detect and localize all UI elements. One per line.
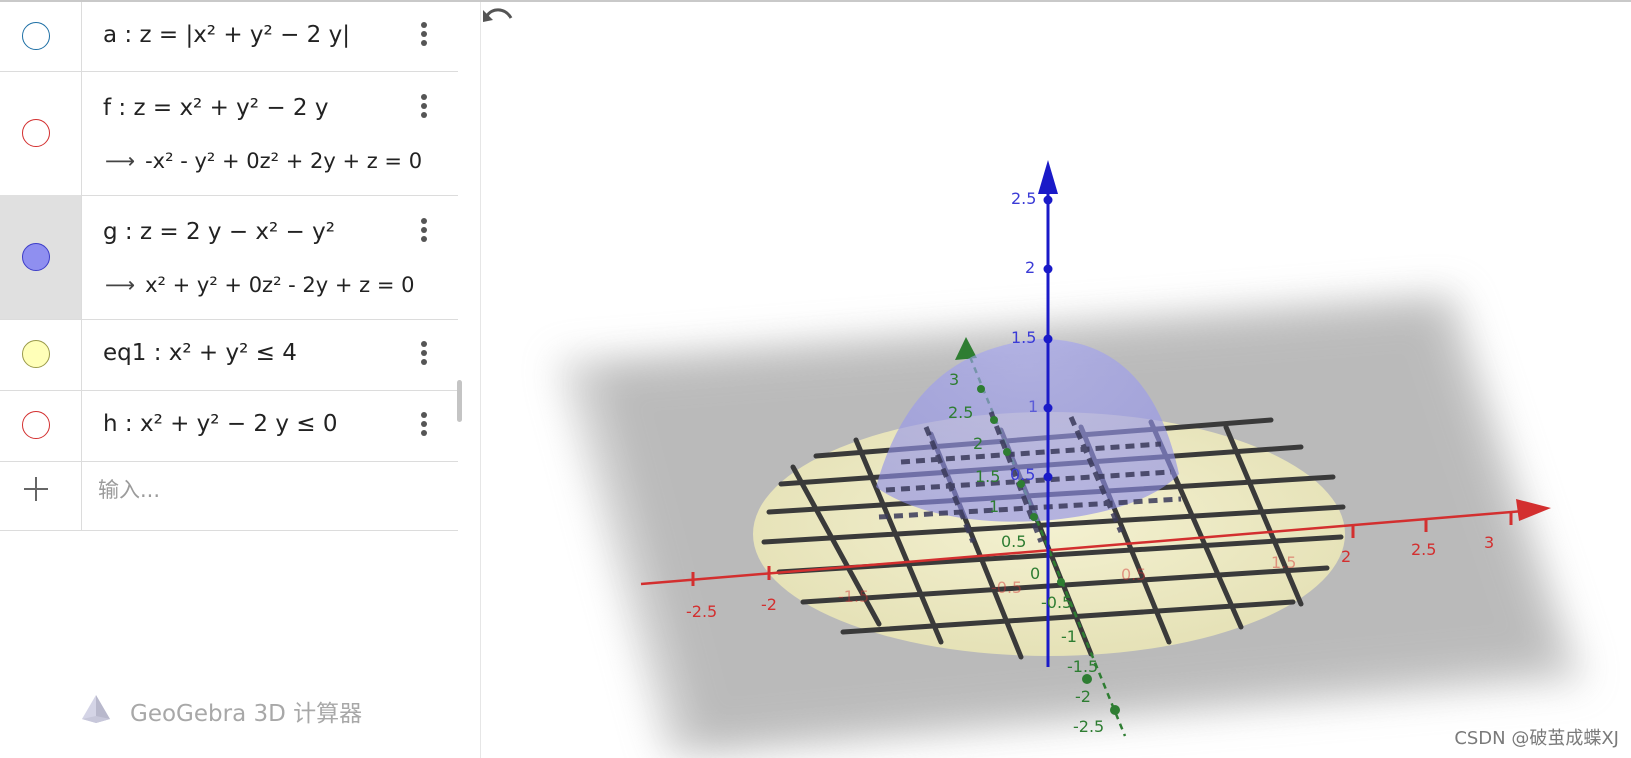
more-menu-icon[interactable] [420,341,428,367]
x-tick-label: -0.5 [991,578,1022,597]
x-tick-label: 1.5 [1271,553,1296,572]
algebra-row-f[interactable]: f : z = x² + y² − 2 y ⟶ -x² - y² + 0z² + … [0,71,458,196]
marker-cell [0,195,82,319]
arrow-right-icon: ⟶ [105,273,136,297]
y-tick-label: 2.5 [948,403,973,422]
plus-icon[interactable] [24,477,48,501]
object-name: h [103,411,118,437]
arrow-right-icon: ⟶ [105,149,136,173]
z-tick-label: 1.5 [1011,328,1036,347]
more-menu-icon[interactable] [420,22,428,48]
result-g: ⟶ x² + y² + 0z² - 2y + z = 0 [105,273,415,297]
algebra-input[interactable] [96,473,430,507]
formula-f[interactable]: f : z = x² + y² − 2 y [103,95,328,121]
definition: z = 2 y − x² − y² [139,219,335,245]
z-tick-label: 2 [1025,258,1035,277]
y-tick-label: 2 [973,434,983,453]
graphics-3d-view[interactable]: -2.5 -2 -1.5 -0.5 0.5 1.5 2 2.5 3 -2.5 -… [481,2,1631,758]
y-tick-label: 1 [989,497,999,516]
scrollbar[interactable] [457,380,462,422]
y-tick-label: -2 [1075,687,1091,706]
x-tick-label: -2 [761,595,777,614]
y-tick-label: 0 [1030,564,1040,583]
object-name: f [103,95,112,121]
marker-cell [0,2,82,71]
z-tick-label: 0.5 [1010,465,1035,484]
more-menu-icon[interactable] [420,218,428,244]
visibility-toggle-f[interactable] [22,119,50,147]
x-tick-label: 2 [1341,547,1351,566]
formula-a[interactable]: a : z = |x² + y² − 2 y| [103,22,350,48]
object-name: a [103,22,118,48]
visibility-toggle-a[interactable] [22,22,50,50]
object-name: eq1 [103,340,147,366]
y-tick-label: 0.5 [1001,532,1026,551]
marker-cell [0,461,82,530]
y-tick-label: -1.5 [1067,657,1098,676]
graphics-3d-canvas[interactable]: -2.5 -2 -1.5 -0.5 0.5 1.5 2 2.5 3 -2.5 -… [481,2,1631,758]
algebra-row-h[interactable]: h : x² + y² − 2 y ≤ 0 [0,390,458,462]
geogebra-3d-logo-icon [82,695,110,723]
y-tick-label: -2.5 [1073,717,1104,736]
x-tick-label: 2.5 [1411,540,1436,559]
watermark: CSDN @破茧成蝶XJ [1454,728,1619,749]
result-f: ⟶ -x² - y² + 0z² + 2y + z = 0 [105,149,422,173]
z-tick-label: 1 [1028,397,1038,416]
more-menu-icon[interactable] [420,412,428,438]
marker-cell [0,319,82,390]
app-name: GeoGebra 3D 计算器 [130,701,363,727]
result-value: x² + y² + 0z² - 2y + z = 0 [145,273,415,297]
x-tick-label: 0.5 [1121,565,1146,584]
algebra-input-row[interactable] [0,461,458,531]
y-tick-label: 3 [949,370,959,389]
y-tick-label: -0.5 [1041,593,1072,612]
x-tick-label: 3 [1484,533,1494,552]
visibility-toggle-eq1[interactable] [22,340,50,368]
formula-eq1[interactable]: eq1 : x² + y² ≤ 4 [103,340,297,366]
formula-h[interactable]: h : x² + y² − 2 y ≤ 0 [103,411,338,437]
formula-g[interactable]: g : z = 2 y − x² − y² [103,219,335,245]
definition: z = x² + y² − 2 y [133,95,329,121]
algebra-row-a[interactable]: a : z = |x² + y² − 2 y| [0,2,458,72]
definition: z = |x² + y² − 2 y| [139,22,350,48]
algebra-view: a : z = |x² + y² − 2 y| f : z = x² + y² … [0,2,481,758]
algebra-row-eq1[interactable]: eq1 : x² + y² ≤ 4 [0,319,458,391]
object-name: g [103,219,118,245]
marker-cell [0,390,82,461]
definition: x² + y² − 2 y ≤ 0 [139,411,338,437]
marker-cell [0,71,82,195]
z-tick-label: 2.5 [1011,189,1036,208]
x-tick-label: -1.5 [838,587,869,606]
visibility-toggle-g[interactable] [22,243,50,271]
result-value: -x² - y² + 0z² + 2y + z = 0 [145,149,423,173]
more-menu-icon[interactable] [420,94,428,120]
definition: x² + y² ≤ 4 [168,340,297,366]
undo-icon[interactable] [481,2,517,32]
y-tick-label: 1.5 [975,467,1000,486]
algebra-row-g[interactable]: g : z = 2 y − x² − y² ⟶ x² + y² + 0z² - 2… [0,195,458,320]
y-tick-label: -1 [1061,627,1077,646]
visibility-toggle-h[interactable] [22,411,50,439]
x-tick-label: -2.5 [686,602,717,621]
